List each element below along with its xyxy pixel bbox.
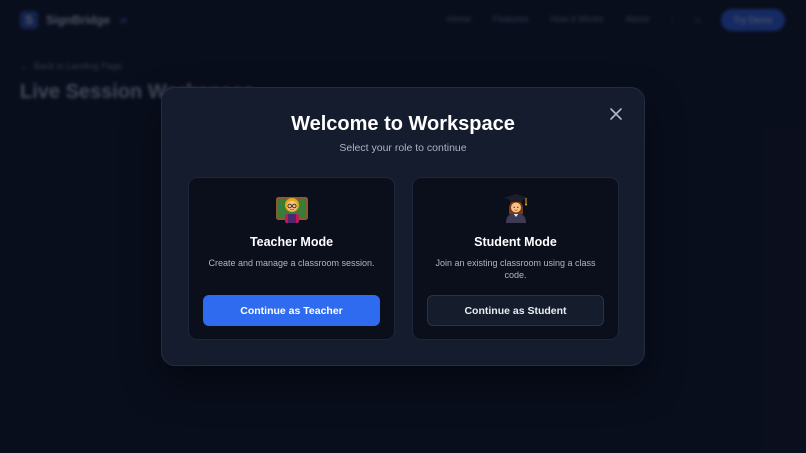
teacher-mode-description: Create and manage a classroom session.: [208, 258, 375, 268]
student-mode-title: Student Mode: [474, 235, 557, 249]
modal-title: Welcome to Workspace: [291, 113, 515, 135]
teacher-mode-title: Teacher Mode: [249, 235, 334, 249]
student-mode-description: Join an existing classroom using a class…: [435, 258, 596, 280]
student-emoji-icon: [500, 192, 532, 224]
continue-as-teacher-button[interactable]: Continue as Teacher: [203, 295, 380, 326]
role-selection-modal: Welcome to Workspace Select your role to…: [161, 87, 645, 366]
modal-subtitle: Select your role to continue: [339, 142, 467, 154]
student-mode-card: Student Mode Join an existing classroom …: [412, 177, 619, 340]
teacher-emoji-icon: [275, 192, 308, 224]
teacher-mode-card: Teacher Mode Create and manage a classro…: [188, 177, 395, 340]
continue-as-student-button[interactable]: Continue as Student: [427, 295, 604, 326]
